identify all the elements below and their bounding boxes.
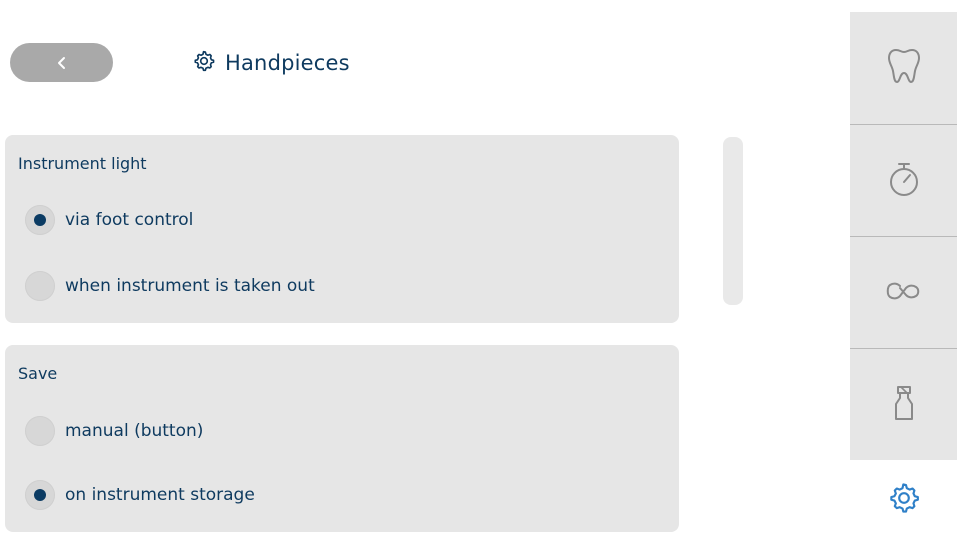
nav-item-treatment[interactable] <box>850 12 957 123</box>
page-title-text: Handpieces <box>225 51 350 75</box>
option-label: via foot control <box>65 210 194 230</box>
spray-bottle-icon <box>892 384 916 426</box>
scrollbar[interactable] <box>723 137 743 305</box>
infinity-icon <box>884 279 924 307</box>
handpieces-settings-screen: Handpieces Instrument light via foot con… <box>0 0 957 535</box>
back-button[interactable] <box>10 43 113 82</box>
radio-selected-dot <box>34 214 46 226</box>
radio-when-instrument-taken-out[interactable] <box>25 271 55 301</box>
chevron-left-icon <box>55 55 69 71</box>
stopwatch-icon <box>887 160 921 202</box>
instrument-light-title: Instrument light <box>18 154 147 173</box>
option-label: manual (button) <box>65 421 204 441</box>
radio-selected-dot <box>34 489 46 501</box>
page-title: Handpieces <box>193 48 350 78</box>
option-on-instrument-storage[interactable]: on instrument storage <box>25 480 255 510</box>
tooth-icon <box>887 47 921 89</box>
option-manual-button[interactable]: manual (button) <box>25 416 203 446</box>
option-when-instrument-taken-out[interactable]: when instrument is taken out <box>25 271 315 301</box>
radio-manual-button[interactable] <box>25 416 55 446</box>
option-via-foot-control[interactable]: via foot control <box>25 205 193 235</box>
nav-item-timer[interactable] <box>850 125 957 236</box>
nav-rail <box>850 12 957 460</box>
nav-item-loop[interactable] <box>850 237 957 348</box>
nav-item-hygiene[interactable] <box>850 349 957 460</box>
option-label: on instrument storage <box>65 485 255 505</box>
instrument-light-card: Instrument light via foot control when i… <box>5 135 679 323</box>
gear-icon <box>888 482 920 518</box>
save-card: Save manual (button) on instrument stora… <box>5 345 679 532</box>
radio-on-instrument-storage[interactable] <box>25 480 55 510</box>
radio-via-foot-control[interactable] <box>25 205 55 235</box>
save-title: Save <box>18 364 58 383</box>
gear-icon <box>193 50 215 76</box>
option-label: when instrument is taken out <box>65 276 315 296</box>
nav-item-settings[interactable] <box>850 470 957 530</box>
